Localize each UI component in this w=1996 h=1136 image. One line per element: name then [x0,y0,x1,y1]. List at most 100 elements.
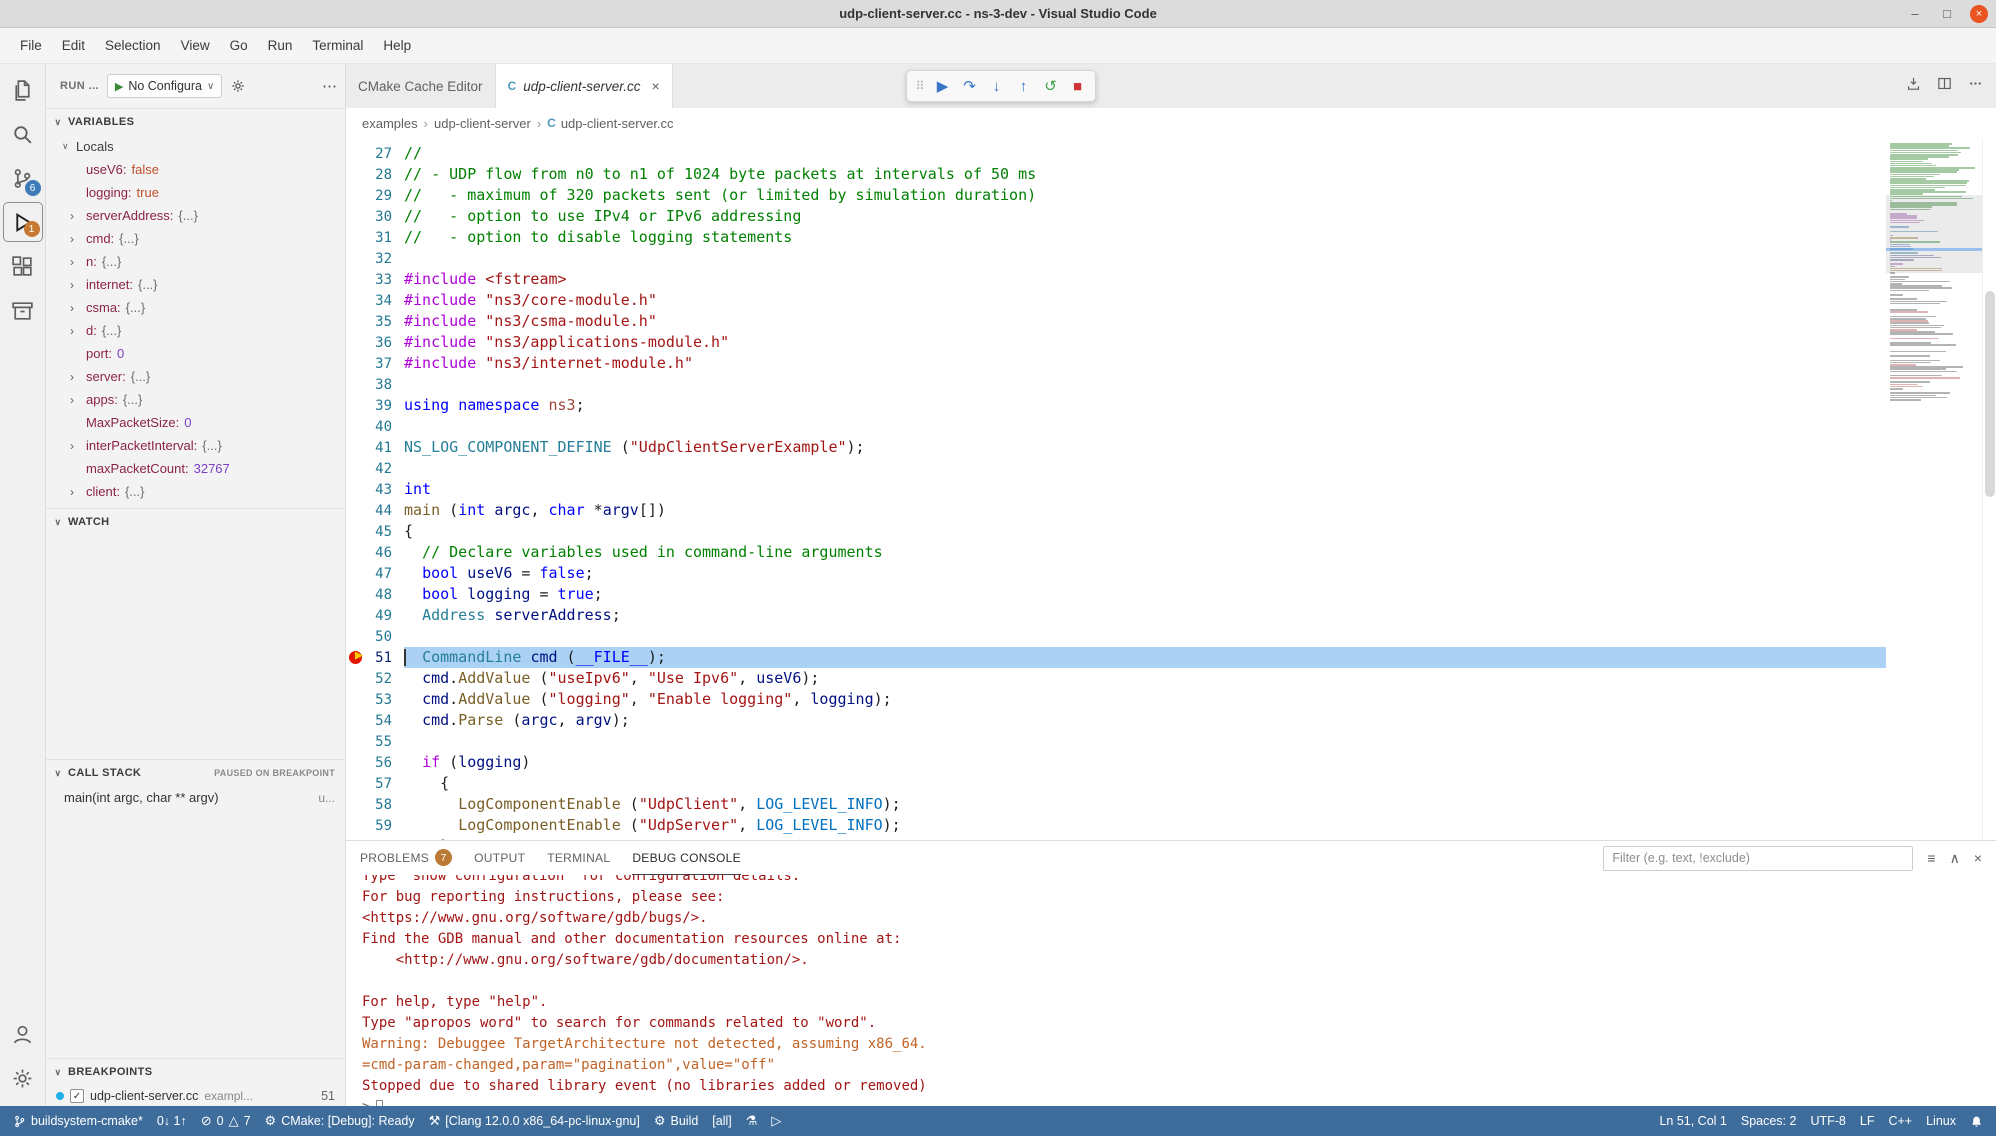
close-button[interactable]: × [1970,5,1988,23]
breakpoint-margin[interactable] [346,731,364,752]
breakpoints-header[interactable]: ∨ BREAKPOINTS [46,1059,345,1085]
tab-terminal[interactable]: TERMINAL [547,841,610,875]
cursor-position[interactable]: Ln 51, Col 1 [1652,1106,1733,1136]
code-line[interactable]: 31// - option to disable logging stateme… [346,227,1886,248]
code-line[interactable]: 27// [346,143,1886,164]
code-line[interactable]: 29// - maximum of 320 packets sent (or l… [346,185,1886,206]
menu-item-selection[interactable]: Selection [95,33,171,58]
tab-udp-client-server[interactable]: Cudp-client-server.cc× [496,64,673,108]
breakpoint-margin[interactable] [346,290,364,311]
editor-scrollbar[interactable] [1982,138,1996,840]
breakpoint-margin[interactable] [346,521,364,542]
accounts-icon[interactable] [3,1012,43,1056]
search-icon[interactable] [3,112,43,156]
step-into-button[interactable]: ↓ [983,73,1010,100]
breakpoint-margin[interactable] [346,164,364,185]
code-line[interactable]: 57 { [346,773,1886,794]
close-panel-icon[interactable]: × [1974,850,1982,867]
tab-debug-console[interactable]: DEBUG CONSOLE [632,841,741,875]
variable-row[interactable]: logging:true [46,181,345,204]
code-line[interactable]: 48 bool logging = true; [346,584,1886,605]
minimap[interactable] [1886,138,1982,840]
code-line[interactable]: 50 [346,626,1886,647]
maximize-button[interactable]: □ [1938,5,1956,23]
menu-item-run[interactable]: Run [258,33,303,58]
test-explorer-icon[interactable] [3,288,43,332]
code-line[interactable]: 44main (int argc, char *argv[]) [346,500,1886,521]
variable-row[interactable]: port:0 [46,342,345,365]
code-line[interactable]: 59 LogComponentEnable ("UdpServer", LOG_… [346,815,1886,836]
variable-row[interactable]: maxPacketCount:32767 [46,457,345,480]
breakpoint-margin[interactable] [346,836,364,840]
menu-item-go[interactable]: Go [220,33,258,58]
code-line[interactable]: 47 bool useV6 = false; [346,563,1886,584]
source-control-icon[interactable]: 6 [3,156,43,200]
variable-row[interactable]: useV6:false [46,158,345,181]
code-line[interactable]: 28// - UDP flow from n0 to n1 of 1024 by… [346,164,1886,185]
breakpoint-margin[interactable] [346,710,364,731]
breakpoint-margin[interactable] [346,227,364,248]
stack-frame[interactable]: main(int argc, char ** argv) u... [46,786,345,809]
console-filter-input[interactable] [1603,846,1913,871]
console-settings-icon[interactable]: ≡ [1927,850,1935,867]
tab-cmake-cache-editor[interactable]: CMake Cache Editor [346,64,496,108]
breakpoint-margin[interactable] [346,185,364,206]
variable-row[interactable]: ›d:{...} [46,319,345,342]
code-line[interactable]: 33#include <fstream> [346,269,1886,290]
continue-button[interactable]: ▶ [929,73,956,100]
customize-layout-icon[interactable] [1905,75,1922,97]
cmake-launch[interactable]: ▷ [764,1106,788,1136]
breakpoint-row[interactable]: ✓ udp-client-server.cc exampl... 51 [46,1085,345,1106]
menu-item-help[interactable]: Help [373,33,421,58]
code-line[interactable]: 40 [346,416,1886,437]
problems-status[interactable]: ⊘0△7 [194,1106,258,1136]
indentation[interactable]: Spaces: 2 [1734,1106,1804,1136]
code-line[interactable]: 42 [346,458,1886,479]
breakpoint-margin[interactable] [346,668,364,689]
call-stack-header[interactable]: ∨ CALL STACK PAUSED ON BREAKPOINT [46,760,345,786]
variable-row[interactable]: ›csma:{...} [46,296,345,319]
encoding[interactable]: UTF-8 [1803,1106,1852,1136]
variable-row[interactable]: ›cmd:{...} [46,227,345,250]
breakpoint-margin[interactable] [346,437,364,458]
tab-output[interactable]: OUTPUT [474,841,525,875]
code-line[interactable]: 54 cmd.Parse (argc, argv); [346,710,1886,731]
settings-icon[interactable] [3,1056,43,1100]
watch-header[interactable]: ∨ WATCH [46,509,345,535]
cmake-kit[interactable]: ⚒[Clang 12.0.0 x86_64-pc-linux-gnu] [422,1106,647,1136]
code-line[interactable]: 49 Address serverAddress; [346,605,1886,626]
cmake-build[interactable]: ⚙Build [647,1106,705,1136]
restart-button[interactable]: ↺ [1037,73,1064,100]
stop-button[interactable]: ■ [1064,73,1091,100]
drag-handle[interactable]: ⠿ [911,73,929,100]
breakpoint-margin[interactable] [346,395,364,416]
breakpoint-margin[interactable] [346,773,364,794]
variable-row[interactable]: ›internet:{...} [46,273,345,296]
breakpoint-margin[interactable] [346,374,364,395]
scope-locals[interactable]: ∨ Locals [46,135,345,158]
tab-problems[interactable]: PROBLEMS7 [360,841,452,875]
variable-row[interactable]: MaxPacketSize:0 [46,411,345,434]
breakpoint-margin[interactable] [346,584,364,605]
breakpoint-margin[interactable] [346,143,364,164]
breakpoint-margin[interactable] [346,626,364,647]
variable-row[interactable]: ›client:{...} [46,480,345,503]
explorer-icon[interactable] [3,68,43,112]
code-line[interactable]: 43int [346,479,1886,500]
code-line[interactable]: 45{ [346,521,1886,542]
code-line[interactable]: 41NS_LOG_COMPONENT_DEFINE ("UdpClientSer… [346,437,1886,458]
minimap-slider[interactable] [1886,195,1982,273]
breakpoint-margin[interactable] [346,332,364,353]
breakpoint-margin[interactable] [346,605,364,626]
variable-row[interactable]: ›interPacketInterval:{...} [46,434,345,457]
code-line[interactable]: 38 [346,374,1886,395]
launch-configuration-dropdown[interactable]: ▶ No Configura ∨ [107,74,222,98]
breakpoint-margin[interactable] [346,500,364,521]
cmake-ctest[interactable]: ⚗ [739,1106,765,1136]
console-input[interactable]: > [362,1097,1996,1106]
split-editor-icon[interactable] [1936,75,1953,97]
breakpoint-margin[interactable] [346,815,364,836]
menu-item-file[interactable]: File [10,33,52,58]
breakpoint-margin[interactable] [346,794,364,815]
breakpoint-margin[interactable] [346,353,364,374]
